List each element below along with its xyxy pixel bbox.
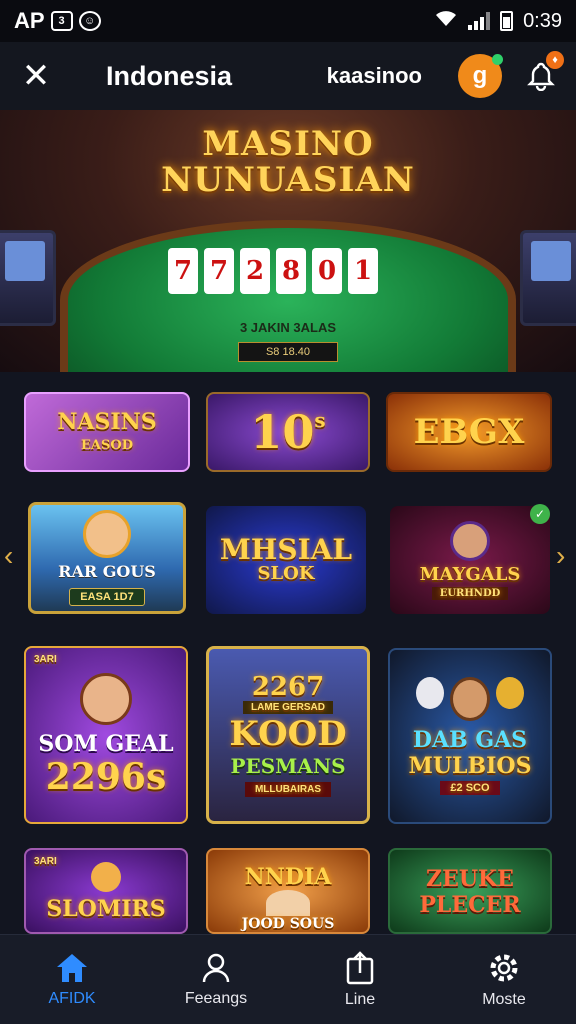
- game-plate: MLLUBAIRAS: [244, 782, 332, 797]
- playing-card: 2: [240, 248, 270, 294]
- game-tile[interactable]: RAR GOUS EASA 1D7: [28, 502, 186, 614]
- nav-item-more[interactable]: Moste: [432, 935, 576, 1024]
- slot-machine-right: [520, 230, 576, 326]
- game-plate: EURHNDD: [431, 586, 509, 600]
- signal-icon: [468, 12, 491, 30]
- game-title: NNDIA: [244, 864, 332, 890]
- game-title: 10: [250, 405, 315, 459]
- game-title: MHSIAL: [219, 533, 353, 566]
- home-icon: [57, 953, 87, 982]
- playing-card: 7: [204, 248, 234, 294]
- notification-bell-icon[interactable]: ♦: [524, 51, 564, 93]
- status-bar: AP 3 ☺ 0:39: [0, 0, 576, 42]
- game-tile[interactable]: ZEUKE PLECER: [388, 848, 552, 934]
- game-tile[interactable]: DAB GAS MULBIOS £2 SCO: [388, 648, 552, 824]
- playing-card: 1: [348, 248, 378, 294]
- game-subtitle: EASOD: [81, 438, 133, 453]
- game-tile[interactable]: MHSIAL SLOK: [206, 506, 366, 614]
- nav-item-feeds[interactable]: Feeangs: [144, 935, 288, 1024]
- game-title-suffix: s: [314, 408, 326, 432]
- wifi-icon: [434, 8, 458, 34]
- game-title: RAR GOUS: [58, 562, 156, 581]
- game-title: MAYGALS: [419, 563, 521, 585]
- user-icon: [202, 953, 230, 982]
- game-tile[interactable]: MAYGALS EURHNDD: [390, 506, 550, 614]
- game-subtitle: LAME GERSAD: [243, 701, 333, 714]
- check-icon: ✓: [530, 504, 550, 524]
- nav-item-home[interactable]: AFIDK: [0, 935, 144, 1024]
- chevron-left-icon[interactable]: ‹: [4, 540, 13, 572]
- playing-card: 8: [276, 248, 306, 294]
- game-title: SLOMIRS: [46, 896, 166, 922]
- playing-card: 0: [312, 248, 342, 294]
- hero-title-line2: NUNUASIAN: [161, 160, 415, 200]
- hero-title: MASINO NUNUASIAN: [0, 126, 576, 198]
- game-title: EBGX: [413, 412, 525, 452]
- character-icon: [83, 510, 131, 558]
- hero-plate: S8 18.40: [238, 342, 338, 362]
- game-tile[interactable]: NASINS EASOD: [24, 392, 190, 472]
- cat-icon: [496, 677, 524, 709]
- slot-machine-left: [0, 230, 56, 326]
- carrier-label: AP: [14, 8, 45, 33]
- hero-subtitle: 3 JAKIN 3ALAS: [239, 320, 337, 335]
- character-group: [416, 677, 524, 721]
- cat-icon: [416, 677, 444, 709]
- game-subtitle: MULBIOS: [408, 753, 532, 779]
- card-row: 7 7 2 8 0 1: [168, 248, 378, 294]
- bottom-navigation: AFIDK Feeangs Line Moste: [0, 934, 576, 1024]
- character-icon: [450, 520, 490, 561]
- nav-label: Line: [344, 990, 376, 1008]
- page-title: Indonesia: [106, 60, 233, 91]
- character-icon: [80, 673, 132, 725]
- nav-label: Moste: [482, 990, 526, 1008]
- settings-icon: [490, 954, 518, 981]
- brand-name: kaasinoo: [326, 63, 422, 88]
- chat-notification-icon: ☺: [78, 11, 101, 31]
- avatar[interactable]: g: [458, 54, 503, 98]
- game-tile[interactable]: 3ARI SOM GEAL 2296s: [24, 646, 188, 824]
- top-app-bar: ✕ Indonesia kaasinoo g ♦: [0, 42, 576, 110]
- game-corner-label: 3ARI: [34, 856, 57, 867]
- character-icon: [450, 677, 490, 721]
- battery-icon: [500, 11, 514, 31]
- game-title: SOM GEAL: [38, 731, 174, 757]
- nav-item-line[interactable]: Line: [288, 935, 432, 1024]
- game-title: DAB GAS: [412, 727, 528, 753]
- game-subtitle: JOOD SOUS: [241, 916, 335, 932]
- game-corner-label: 3ARI: [34, 654, 57, 665]
- game-plate: EASA 1D7: [69, 588, 145, 606]
- playing-card: 7: [168, 248, 198, 294]
- game-tile[interactable]: 10 s: [206, 392, 370, 472]
- nav-label: AFIDK: [48, 989, 96, 1007]
- chevron-right-icon[interactable]: ›: [556, 540, 565, 572]
- clock: 0:39: [523, 9, 562, 32]
- avatar-letter: g: [472, 62, 488, 89]
- game-amount: 2296s: [45, 756, 167, 798]
- game-plate: £2 SCO: [440, 781, 500, 795]
- character-icon: [266, 890, 310, 916]
- game-title: NASINS: [57, 409, 157, 435]
- game-tile[interactable]: 2267 LAME GERSAD KOOD PESMANS MLLUBAIRAS: [206, 646, 370, 824]
- hero-title-line1: MASINO: [202, 124, 374, 164]
- game-tile[interactable]: 3ARI SLOMIRS: [24, 848, 188, 934]
- game-title-sub: PESMANS: [230, 754, 346, 778]
- notification-badge: ♦: [546, 51, 564, 69]
- close-icon[interactable]: ✕: [18, 56, 54, 96]
- game-title-main: KOOD: [229, 714, 347, 754]
- game-title: ZEUKE: [426, 866, 514, 892]
- share-icon: [346, 950, 374, 984]
- game-subtitle: PLECER: [419, 892, 521, 918]
- online-dot: [492, 54, 503, 65]
- game-subtitle: SLOK: [257, 563, 315, 584]
- hero-banner[interactable]: MASINO NUNUASIAN 7 7 2 8 0 1 3 JAKIN 3AL…: [0, 110, 576, 372]
- nav-label: Feeangs: [184, 989, 248, 1007]
- game-tile[interactable]: EBGX: [386, 392, 552, 472]
- game-tile[interactable]: NNDIA JOOD SOUS: [206, 848, 370, 934]
- game-title: 2267: [251, 672, 325, 702]
- app-notification-icon: 3: [50, 11, 73, 31]
- crown-icon: [91, 862, 121, 892]
